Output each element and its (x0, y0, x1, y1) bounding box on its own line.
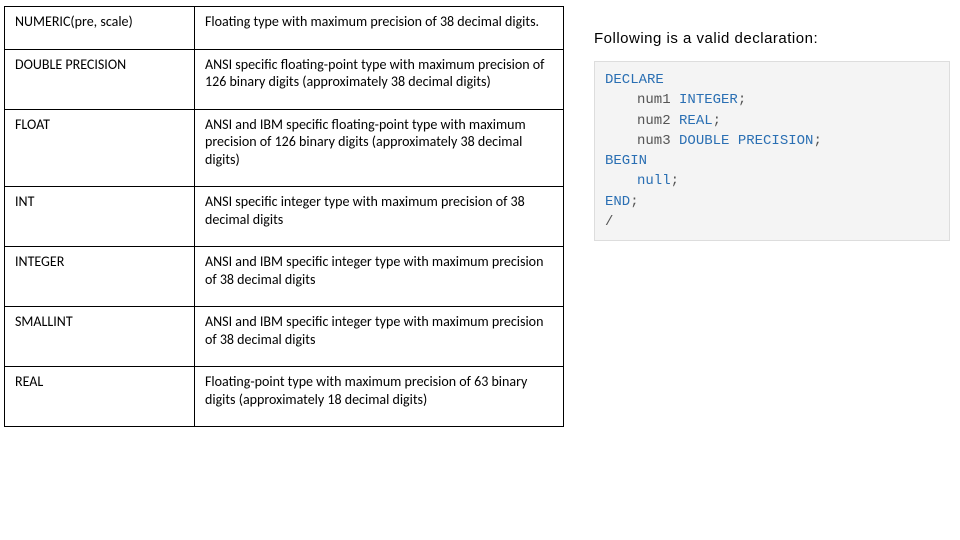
type-cell: DOUBLE PRECISION (5, 49, 195, 109)
types-table: NUMERIC(pre, scale) Floating type with m… (4, 6, 564, 427)
kw-type: REAL (679, 113, 713, 129)
desc-cell: ANSI and IBM specific integer type with … (195, 307, 564, 367)
semicolon: ; (713, 113, 721, 129)
desc-cell: ANSI and IBM specific integer type with … (195, 247, 564, 307)
table-row: NUMERIC(pre, scale) Floating type with m… (5, 7, 564, 50)
kw-type: INTEGER (679, 92, 738, 108)
code-block: DECLARE num1 INTEGER; num2 REAL; num3 DO… (594, 61, 950, 241)
semicolon: ; (630, 194, 638, 210)
type-cell: NUMERIC(pre, scale) (5, 7, 195, 50)
code-var: num1 (637, 92, 671, 108)
type-cell: INTEGER (5, 247, 195, 307)
type-cell: SMALLINT (5, 307, 195, 367)
table-row: INT ANSI specific integer type with maxi… (5, 187, 564, 247)
semicolon: ; (738, 92, 746, 108)
type-cell: INT (5, 187, 195, 247)
code-var: num2 (637, 113, 671, 129)
desc-cell: Floating type with maximum precision of … (195, 7, 564, 50)
left-column: NUMERIC(pre, scale) Floating type with m… (4, 6, 564, 534)
desc-cell: ANSI specific integer type with maximum … (195, 187, 564, 247)
right-column: Following is a valid declaration: DECLAR… (564, 6, 950, 534)
desc-cell: Floating-point type with maximum precisi… (195, 367, 564, 427)
right-heading: Following is a valid declaration: (594, 30, 950, 47)
table-row: REAL Floating-point type with maximum pr… (5, 367, 564, 427)
type-cell: FLOAT (5, 109, 195, 187)
code-slash: / (605, 214, 613, 230)
desc-cell: ANSI and IBM specific floating-point typ… (195, 109, 564, 187)
table-row: FLOAT ANSI and IBM specific floating-poi… (5, 109, 564, 187)
kw-declare: DECLARE (605, 72, 664, 88)
table-row: SMALLINT ANSI and IBM specific integer t… (5, 307, 564, 367)
table-row: DOUBLE PRECISION ANSI specific floating-… (5, 49, 564, 109)
semicolon: ; (671, 173, 679, 189)
semicolon: ; (813, 133, 821, 149)
code-var: num3 (637, 133, 671, 149)
kw-null: null (637, 173, 671, 189)
kw-begin: BEGIN (605, 153, 647, 169)
desc-cell: ANSI specific floating-point type with m… (195, 49, 564, 109)
kw-end: END (605, 194, 630, 210)
kw-type: DOUBLE PRECISION (679, 133, 813, 149)
table-row: INTEGER ANSI and IBM specific integer ty… (5, 247, 564, 307)
type-cell: REAL (5, 367, 195, 427)
